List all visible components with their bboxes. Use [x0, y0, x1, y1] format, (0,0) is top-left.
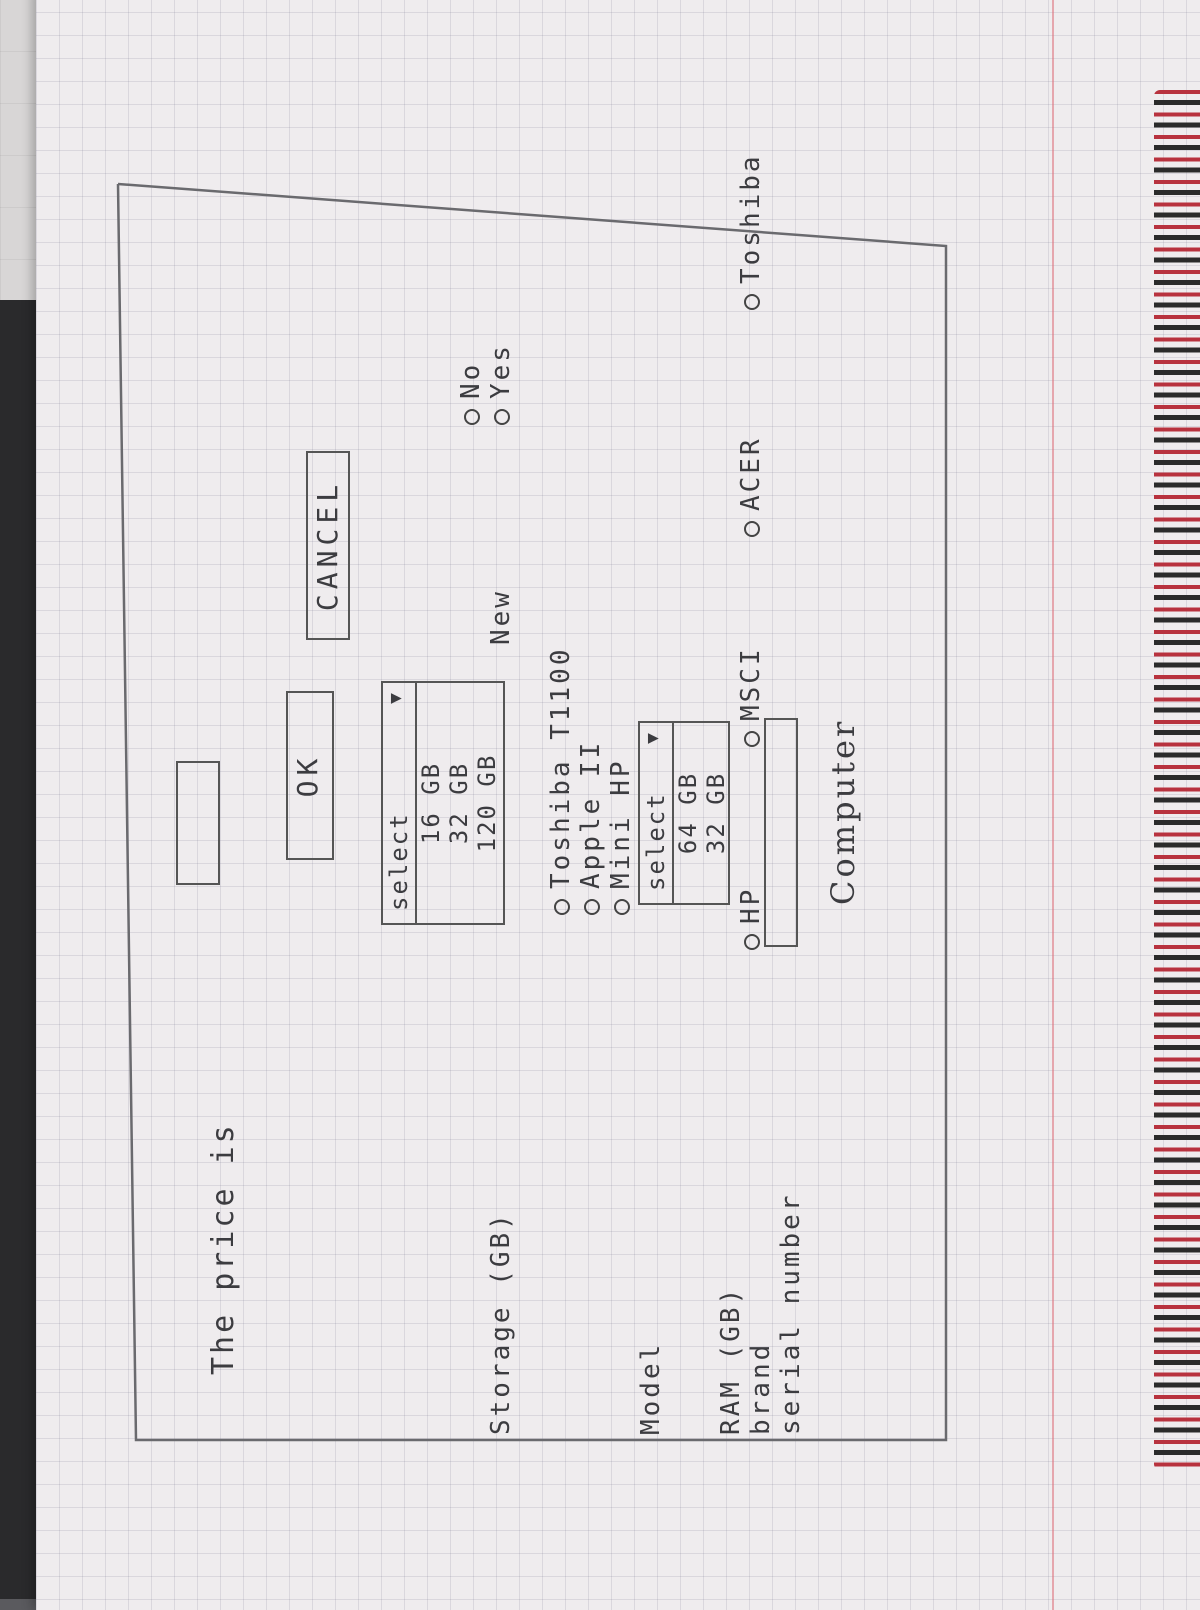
new-option-yes[interactable]: Yes [486, 343, 516, 425]
model-option-apple-ii[interactable]: Apple II [576, 740, 606, 915]
storage-select[interactable]: select ▼ 16 GB 32 GB 120 GB [381, 681, 505, 925]
radio-circle [743, 934, 760, 950]
storage-label: Storage (GB) [486, 1211, 516, 1435]
computer-dialog: Computer serial number brand HP MSCI ACE… [136, 153, 956, 1436]
radio-circle [583, 899, 600, 915]
model-label: Model [636, 1341, 666, 1435]
radio-circle [743, 731, 760, 747]
ram-select-head[interactable]: select ▼ [640, 723, 674, 903]
storage-option[interactable]: 120 GB [473, 683, 501, 923]
storage-option[interactable]: 32 GB [445, 683, 473, 923]
chevron-down-icon: ▼ [642, 731, 663, 744]
brand-option-hp[interactable]: HP [736, 887, 766, 950]
ram-option[interactable]: 64 GB [674, 723, 702, 903]
brand-option-toshiba[interactable]: Toshiba [736, 153, 766, 310]
storage-select-head[interactable]: select ▼ [383, 683, 417, 923]
chevron-down-icon: ▼ [385, 691, 406, 704]
dialog-title: Computer [824, 718, 862, 905]
radio-circle [493, 409, 510, 425]
price-label: The price is [206, 1122, 241, 1375]
ram-label: RAM (GB) [716, 1285, 746, 1435]
new-label: New [486, 589, 516, 645]
serial-number-label: serial number [776, 1192, 806, 1436]
brand-option-msci[interactable]: MSCI [736, 646, 766, 747]
new-option-no[interactable]: No [456, 362, 486, 425]
ok-button[interactable]: OK [286, 691, 334, 860]
serial-number-input[interactable] [764, 718, 798, 947]
radio-circle [553, 899, 570, 915]
cancel-button[interactable]: CANCEL [306, 451, 350, 640]
radio-circle [463, 409, 480, 425]
margin-line [1052, 0, 1054, 1610]
spiral-binding [1154, 90, 1200, 1470]
storage-option[interactable]: 16 GB [417, 683, 445, 923]
brand-option-acer[interactable]: ACER [736, 436, 766, 537]
ram-option[interactable]: 32 GB [702, 723, 730, 903]
price-field[interactable] [176, 761, 220, 885]
radio-circle [613, 899, 630, 915]
radio-circle [743, 294, 760, 310]
brand-label: brand [746, 1341, 776, 1435]
radio-circle [743, 521, 760, 537]
ram-select[interactable]: select ▼ 64 GB 32 GB [638, 721, 730, 905]
model-option-mini-hp[interactable]: Mini HP [606, 758, 636, 915]
model-option-toshiba[interactable]: Toshiba T1100 [546, 647, 576, 915]
